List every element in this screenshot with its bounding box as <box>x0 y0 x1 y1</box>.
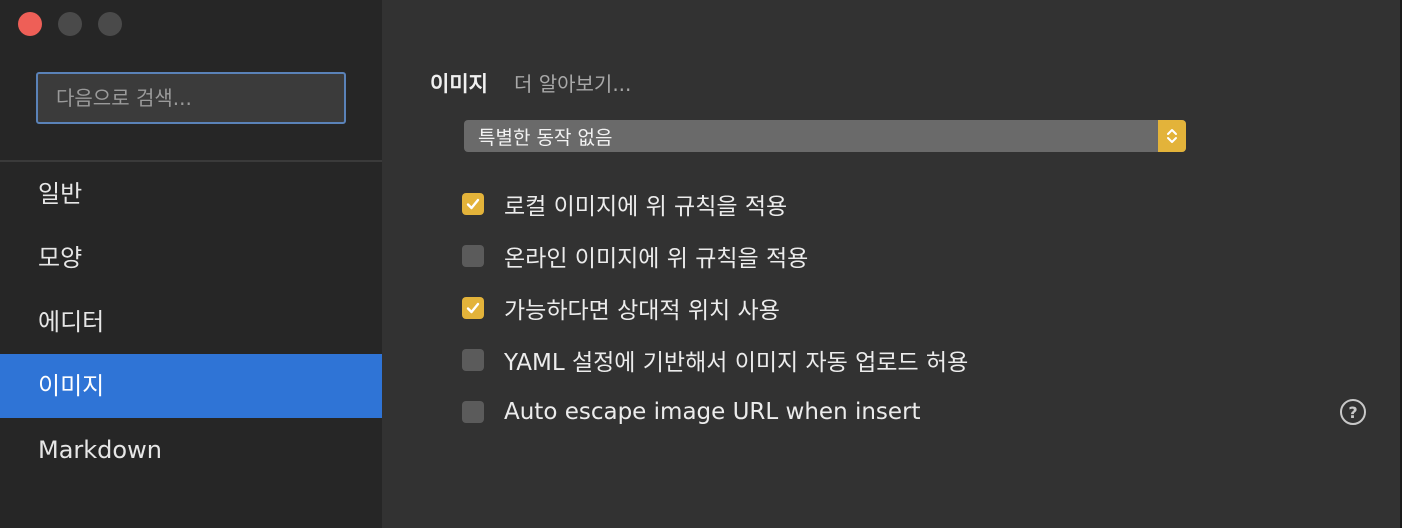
apply-online-checkbox[interactable] <box>462 245 484 267</box>
yaml-upload-checkbox[interactable] <box>462 349 484 371</box>
search-input[interactable] <box>38 74 344 122</box>
search-box <box>36 72 346 124</box>
auto-escape-checkbox[interactable] <box>462 401 484 423</box>
option-auto-escape[interactable]: Auto escape image URL when insert <box>462 386 968 438</box>
sidebar-item-general[interactable]: 일반 <box>0 162 382 226</box>
relative-path-label: 가능하다면 상대적 위치 사용 <box>504 298 780 324</box>
sidebar-item-markdown[interactable]: Markdown <box>0 418 382 482</box>
option-apply-online[interactable]: 온라인 이미지에 위 규칙을 적용 <box>462 230 968 282</box>
sidebar-item-editor[interactable]: 에디터 <box>0 290 382 354</box>
auto-escape-label: Auto escape image URL when insert <box>504 399 921 425</box>
window-controls <box>18 12 122 36</box>
sidebar-item-image[interactable]: 이미지 <box>0 354 382 418</box>
apply-online-label: 온라인 이미지에 위 규칙을 적용 <box>504 246 809 272</box>
sidebar: 일반 모양 에디터 이미지 Markdown <box>0 0 382 528</box>
select-value: 특별한 동작 없음 <box>478 126 613 149</box>
apply-local-checkbox[interactable] <box>462 193 484 215</box>
image-options: 로컬 이미지에 위 규칙을 적용 온라인 이미지에 위 규칙을 적용 가능하다면… <box>462 178 968 438</box>
close-window-button[interactable] <box>18 12 42 36</box>
sidebar-nav: 일반 모양 에디터 이미지 Markdown <box>0 162 382 482</box>
relative-path-checkbox[interactable] <box>462 297 484 319</box>
apply-local-label: 로컬 이미지에 위 규칙을 적용 <box>504 194 788 220</box>
select-chevrons-icon[interactable] <box>1158 120 1186 152</box>
main-panel: 이미지 더 알아보기... 특별한 동작 없음 로컬 이미지에 위 규칙을 적용 <box>382 0 1400 528</box>
option-yaml-upload[interactable]: YAML 설정에 기반해서 이미지 자동 업로드 허용 <box>462 334 968 386</box>
section-header: 이미지 더 알아보기... <box>430 68 631 98</box>
help-icon[interactable]: ? <box>1340 399 1366 425</box>
option-apply-local[interactable]: 로컬 이미지에 위 규칙을 적용 <box>462 178 968 230</box>
insert-image-action-select[interactable]: 특별한 동작 없음 <box>464 120 1186 152</box>
option-relative-path[interactable]: 가능하다면 상대적 위치 사용 <box>462 282 968 334</box>
minimize-window-button[interactable] <box>58 12 82 36</box>
preferences-window: 일반 모양 에디터 이미지 Markdown 이미지 더 알아보기... 특별한… <box>0 0 1402 528</box>
learn-more-link[interactable]: 더 알아보기... <box>514 68 631 97</box>
yaml-upload-label: YAML 설정에 기반해서 이미지 자동 업로드 허용 <box>504 350 969 376</box>
section-title: 이미지 <box>430 72 488 96</box>
sidebar-item-appearance[interactable]: 모양 <box>0 226 382 290</box>
zoom-window-button[interactable] <box>98 12 122 36</box>
